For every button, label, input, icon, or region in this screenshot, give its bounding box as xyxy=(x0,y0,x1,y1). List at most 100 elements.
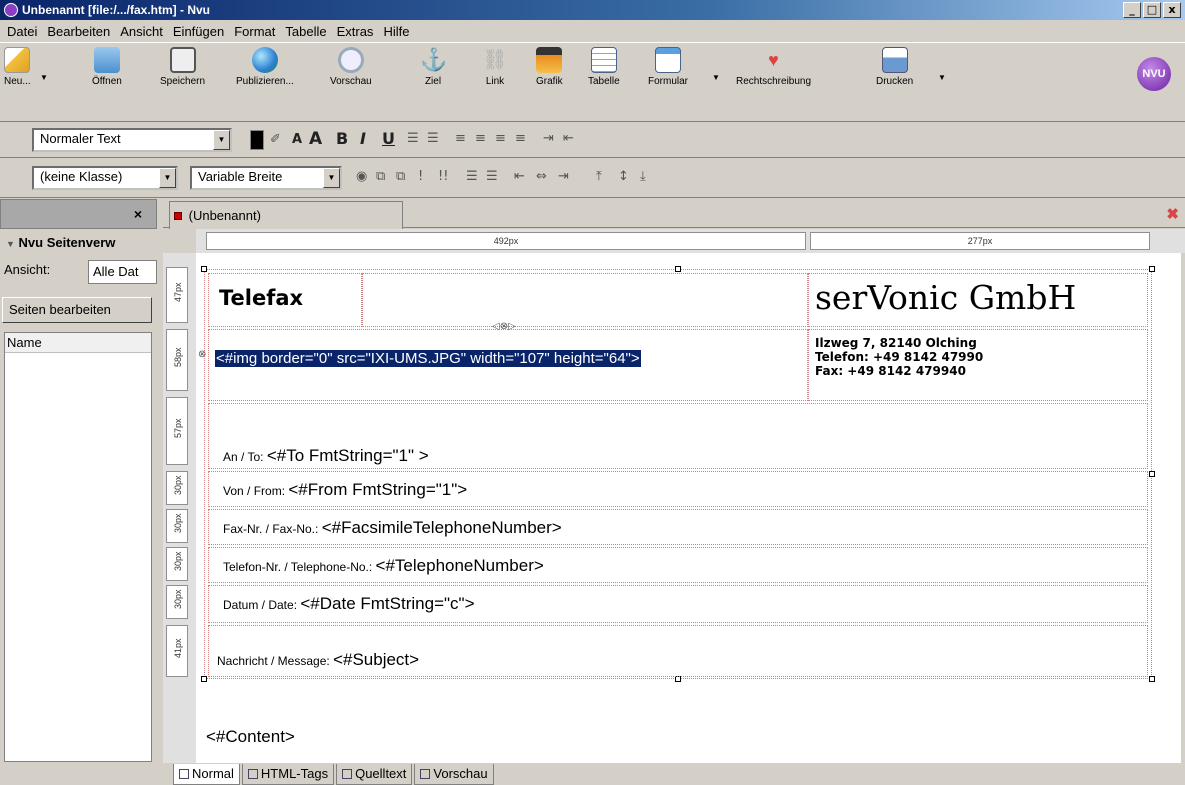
row-ruler-7[interactable]: 30px xyxy=(166,585,188,619)
minimize-button[interactable]: _ xyxy=(1123,2,1141,18)
cell-message[interactable]: Nachricht / Message: <#Subject> xyxy=(208,625,1148,677)
menu-format[interactable]: Format xyxy=(229,24,280,39)
class-select[interactable]: (keine Klasse) ▼ xyxy=(32,166,178,190)
row-ruler-1[interactable]: 47px xyxy=(166,267,188,323)
box-right-icon[interactable]: ⇥ xyxy=(558,169,569,184)
ruler-column-2[interactable]: 277px xyxy=(810,232,1150,250)
style-icon[interactable]: ◉ xyxy=(356,169,367,184)
cell-company[interactable]: serVonic GmbH xyxy=(808,273,1148,327)
anchor-button[interactable]: ⚓ Ziel xyxy=(420,47,447,87)
resize-handle[interactable] xyxy=(1149,266,1155,272)
numbered-list-icon[interactable]: ☰ xyxy=(407,131,419,146)
important-all-icon[interactable]: !! xyxy=(438,169,448,184)
cell-address[interactable]: Ilzweg 7, 82140 Olching Telefon: +49 814… xyxy=(808,329,1148,401)
cell-telephone-number[interactable]: Telefon-Nr. / Telephone-No.: <#Telephone… xyxy=(208,547,1148,583)
cell-date[interactable]: Datum / Date: <#Date FmtString="c"> xyxy=(208,585,1148,623)
new-button[interactable]: Neu... xyxy=(4,47,31,87)
align-right-icon[interactable]: ≡ xyxy=(495,131,506,146)
valign-middle-icon[interactable]: ↕ xyxy=(618,169,629,184)
align-justify-icon[interactable]: ≡ xyxy=(515,131,526,146)
row-ruler-2[interactable]: 58px xyxy=(166,329,188,391)
resize-handle[interactable] xyxy=(1149,676,1155,682)
row-ruler-6[interactable]: 30px xyxy=(166,547,188,581)
group-icon[interactable]: ⧉ xyxy=(396,169,405,184)
valign-top-icon[interactable]: ⤒ xyxy=(596,169,602,184)
menu-tabelle[interactable]: Tabelle xyxy=(280,24,331,39)
form-dropdown-icon[interactable]: ▼ xyxy=(712,73,720,82)
box-left-icon[interactable]: ⇤ xyxy=(514,169,525,184)
valign-bottom-icon[interactable]: ⤓ xyxy=(640,169,646,184)
print-dropdown-icon[interactable]: ▼ xyxy=(938,73,946,82)
resize-handle[interactable] xyxy=(201,266,207,272)
cell-from[interactable]: Von / From: <#From FmtString="1"> xyxy=(208,471,1148,507)
table-button[interactable]: Tabelle xyxy=(588,47,620,87)
row-ruler-3[interactable]: 57px xyxy=(166,397,188,465)
align-left-icon[interactable]: ≡ xyxy=(455,131,466,146)
open-button[interactable]: Öffnen xyxy=(92,47,122,87)
menu-hilfe[interactable]: Hilfe xyxy=(378,24,414,39)
important-icon[interactable]: ! xyxy=(418,169,423,184)
sidebar-title[interactable]: ▼ Nvu Seitenverw xyxy=(0,229,157,257)
resize-handle[interactable] xyxy=(675,266,681,272)
edit-sites-button[interactable]: Seiten bearbeiten xyxy=(2,297,152,323)
row-ruler-5[interactable]: 30px xyxy=(166,509,188,543)
tab-preview[interactable]: Vorschau xyxy=(414,764,494,785)
menu-datei[interactable]: Datei xyxy=(2,24,42,39)
resize-handle[interactable] xyxy=(1149,471,1155,477)
tab-source[interactable]: Quelltext xyxy=(336,764,413,785)
menu-bearbeiten[interactable]: Bearbeiten xyxy=(42,24,115,39)
view-select[interactable]: Alle Dat xyxy=(88,260,157,284)
form-button[interactable]: Formular xyxy=(648,47,688,87)
cell-to[interactable]: An / To: <#To FmtString="1" > xyxy=(208,403,1148,469)
width-select[interactable]: Variable Breite ▼ xyxy=(190,166,342,190)
menu-extras[interactable]: Extras xyxy=(332,24,379,39)
cell-telefax[interactable]: Telefax xyxy=(208,273,362,327)
close-tab-icon[interactable]: ✖ xyxy=(1166,205,1179,223)
bulleted-list-icon[interactable]: ☰ xyxy=(427,131,439,146)
address-line: Ilzweg 7, 82140 Olching xyxy=(815,336,977,350)
image-tag-selected[interactable]: <#img border="0" src="IXI-UMS.JPG" width… xyxy=(215,350,641,367)
underline-icon[interactable]: U xyxy=(382,129,395,148)
cell-image-tag[interactable]: <#img border="0" src="IXI-UMS.JPG" width… xyxy=(208,329,808,401)
bold-icon[interactable]: B xyxy=(336,129,348,148)
tab-normal[interactable]: Normal xyxy=(173,764,240,785)
image-button[interactable]: Grafik xyxy=(536,47,563,87)
outdent-icon[interactable]: ⇤ xyxy=(563,131,574,146)
tab-html-tags[interactable]: HTML-Tags xyxy=(241,764,335,785)
italic-icon[interactable]: I xyxy=(360,129,366,148)
sidebar-close-icon[interactable]: × xyxy=(134,206,142,222)
column-header-name[interactable]: Name xyxy=(5,333,151,353)
close-button[interactable]: x xyxy=(1163,2,1181,18)
box-center-icon[interactable]: ⇔ xyxy=(536,169,547,184)
print-button[interactable]: Drucken xyxy=(876,47,913,87)
cell-fax-number[interactable]: Fax-Nr. / Fax-No.: <#FacsimileTelephoneN… xyxy=(208,509,1148,545)
preview-button[interactable]: Vorschau xyxy=(330,47,372,87)
link-button[interactable]: ⛓ Link xyxy=(482,47,508,87)
resize-handle[interactable] xyxy=(201,676,207,682)
maximize-button[interactable]: □ xyxy=(1143,2,1161,18)
ruler-column-1[interactable]: 492px xyxy=(206,232,806,250)
align-center-icon[interactable]: ≡ xyxy=(475,131,486,146)
row-resize-icon[interactable]: ⊗ xyxy=(198,349,206,360)
spellcheck-button[interactable]: ♥ Rechtschreibung xyxy=(736,47,811,87)
document-page[interactable]: Telefax serVonic GmbH ◁⊗▷ <#img border="… xyxy=(196,253,1181,763)
row-ruler-4[interactable]: 30px xyxy=(166,471,188,505)
copy-style-icon[interactable]: ⧉ xyxy=(376,169,385,184)
font-larger-icon[interactable]: A xyxy=(309,129,322,149)
line-spacing-icon[interactable]: ☰ xyxy=(486,169,498,184)
document-tab[interactable]: (Unbenannt) xyxy=(169,201,403,229)
publish-button[interactable]: Publizieren... xyxy=(236,47,294,87)
row-ruler-8[interactable]: 41px xyxy=(166,625,188,677)
font-smaller-icon[interactable]: A xyxy=(292,132,302,147)
text-color-icon[interactable] xyxy=(250,130,264,150)
menu-ansicht[interactable]: Ansicht xyxy=(115,24,168,39)
line-height-icon[interactable]: ☰ xyxy=(466,169,478,184)
highlight-icon[interactable]: ✐ xyxy=(270,132,281,147)
menu-einfuegen[interactable]: Einfügen xyxy=(168,24,229,39)
paragraph-style-select[interactable]: Normaler Text ▼ xyxy=(32,128,232,152)
new-dropdown-icon[interactable]: ▼ xyxy=(40,73,48,82)
site-list[interactable]: Name xyxy=(4,332,152,762)
save-button[interactable]: Speichern xyxy=(160,47,205,87)
cell-empty[interactable] xyxy=(362,273,808,327)
indent-icon[interactable]: ⇥ xyxy=(543,131,554,146)
